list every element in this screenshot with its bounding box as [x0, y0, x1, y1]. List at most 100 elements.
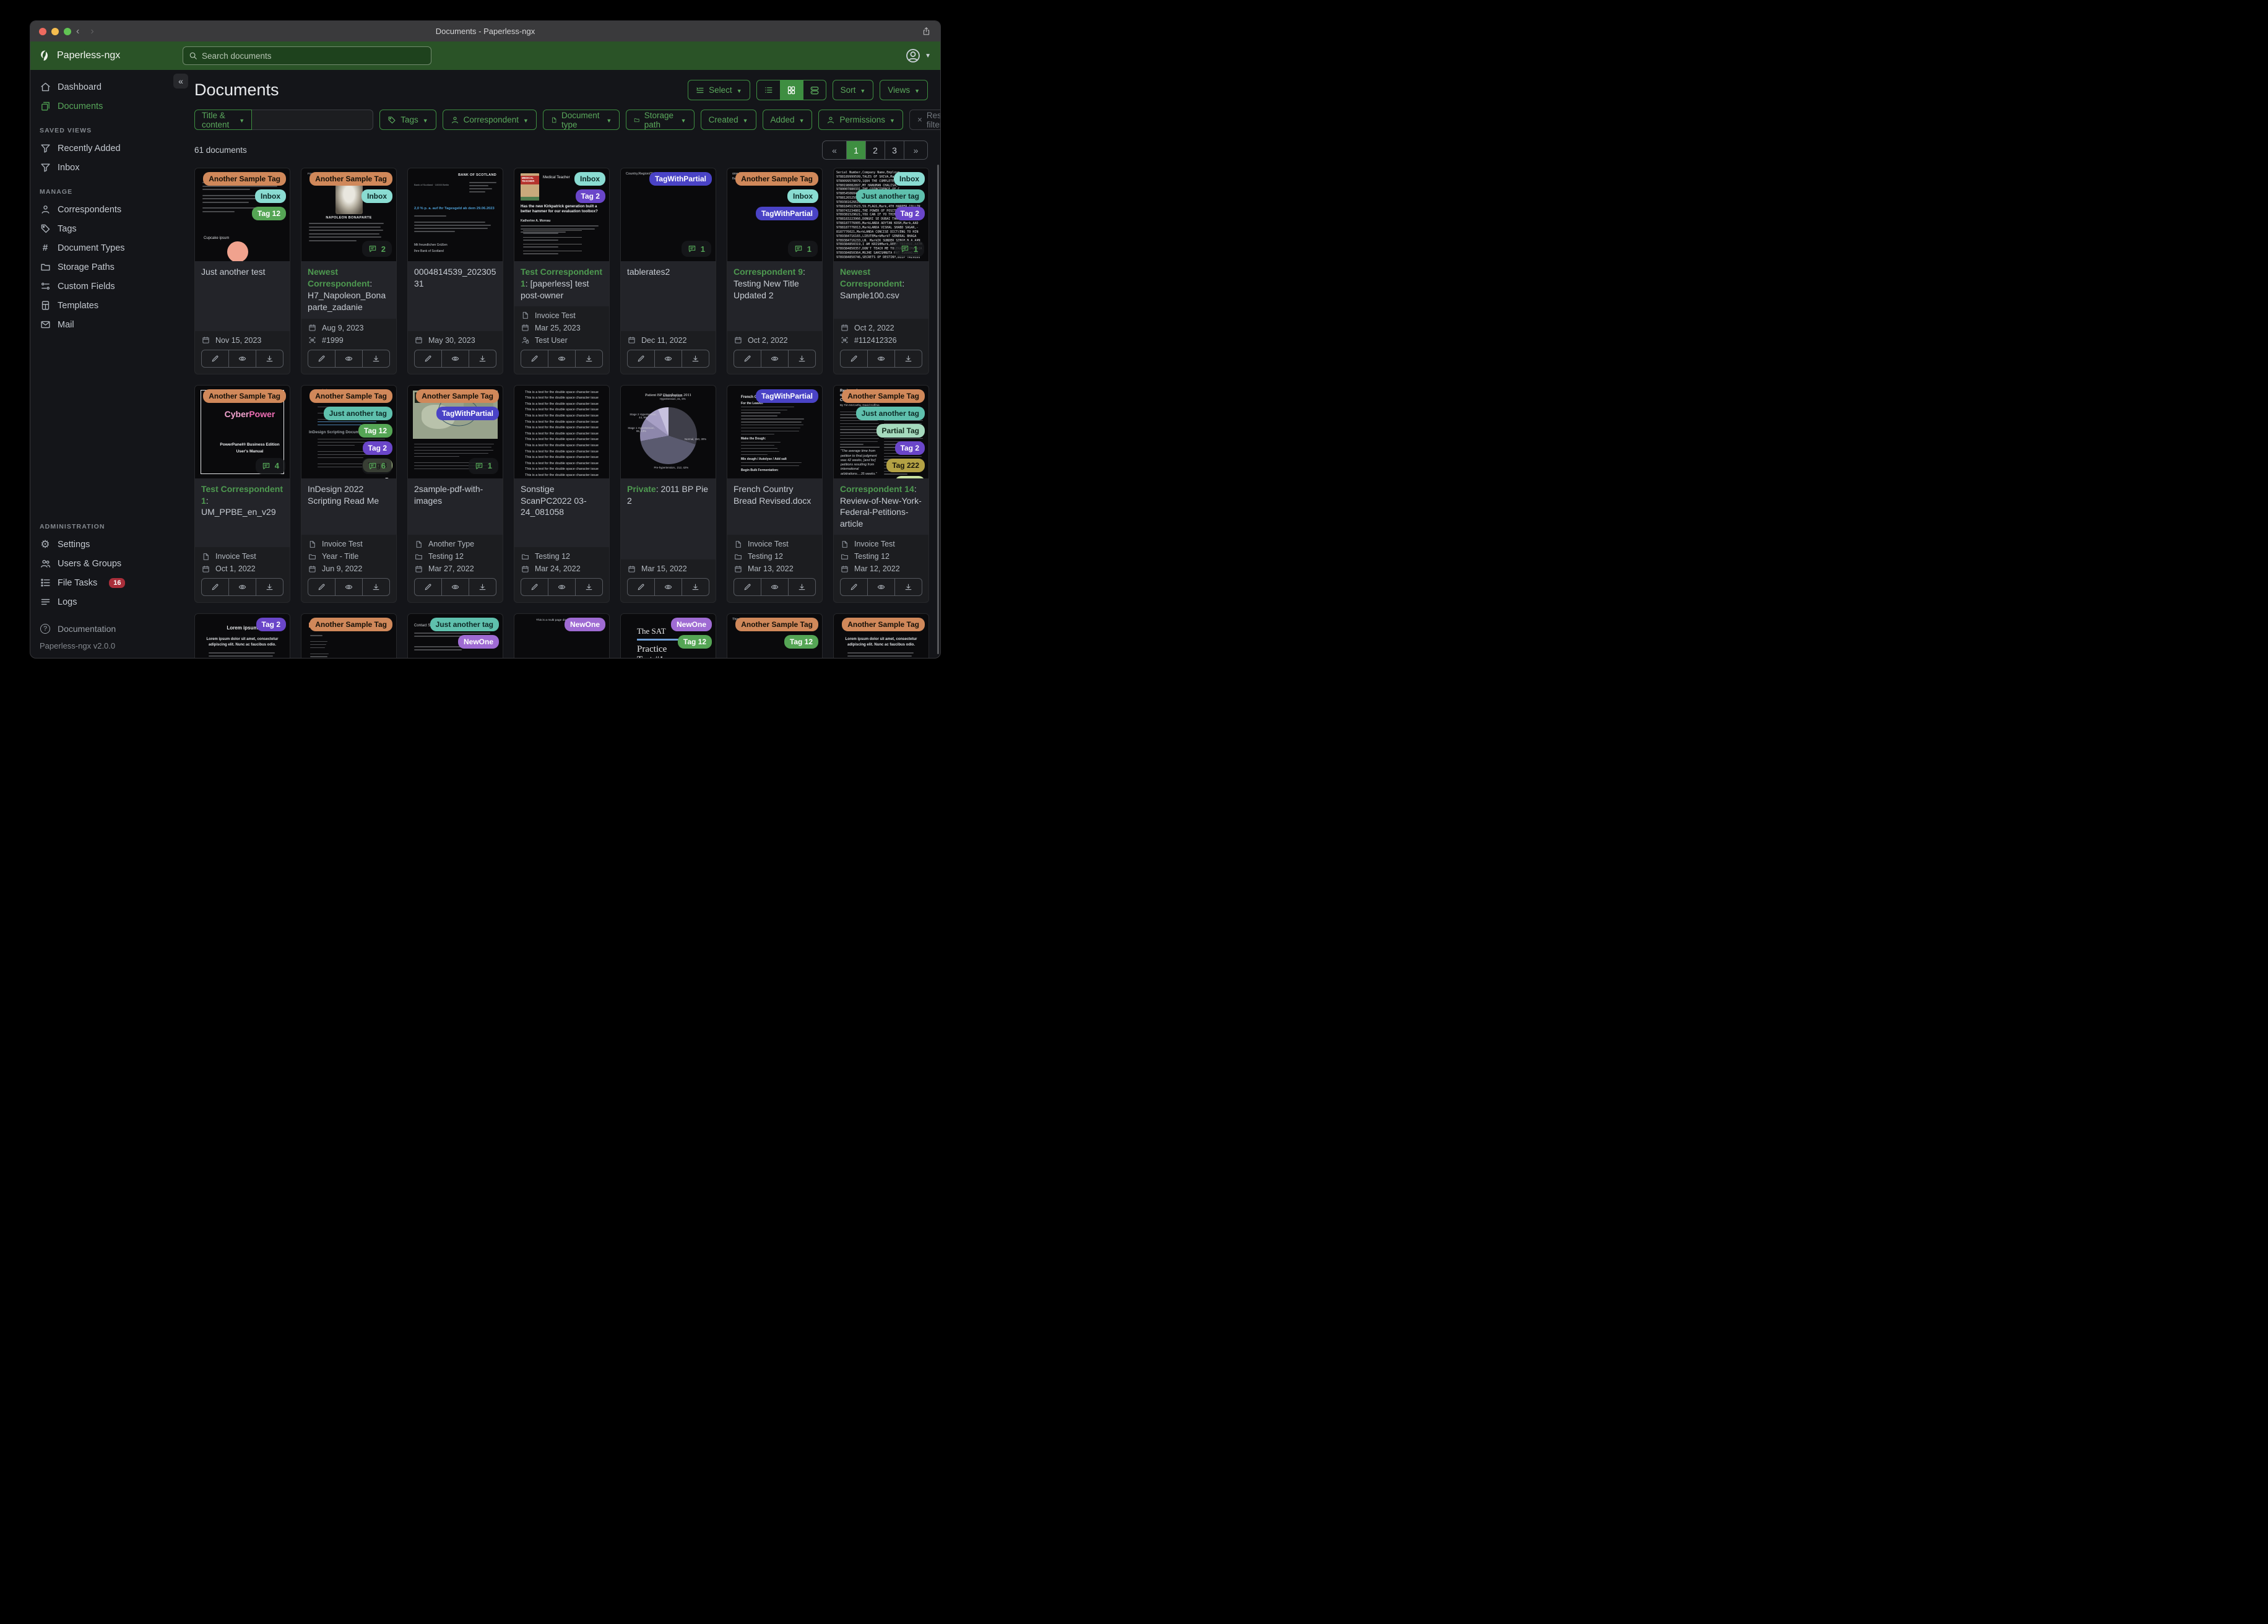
- preview-document-button[interactable]: [229, 578, 256, 597]
- page-button-3[interactable]: 3: [885, 141, 904, 159]
- tag-pill[interactable]: Another Sample Tag: [416, 389, 499, 403]
- document-thumbnail[interactable]: This is a multi page document. Page 1. Ne…: [514, 614, 609, 658]
- tag-pill[interactable]: NewOne: [670, 618, 712, 632]
- document-thumbnail[interactable]: This is a test for the double space char…: [514, 385, 609, 478]
- sidebar-item-templates[interactable]: Templates: [30, 296, 182, 315]
- select-button[interactable]: Select ▼: [688, 80, 750, 100]
- tag-pill[interactable]: Tag 2: [256, 618, 286, 632]
- sidebar-item-dashboard[interactable]: Dashboard: [30, 77, 182, 97]
- document-title[interactable]: Test Correspondent 1: UM_PPBE_en_v29: [195, 478, 290, 548]
- tag-pill[interactable]: TagWithPartial: [755, 207, 818, 220]
- tag-pill[interactable]: Tag 3: [894, 475, 925, 478]
- preview-document-button[interactable]: [655, 578, 682, 597]
- document-thumbnail[interactable]: CyberPower PowerPanel® Business Edition Us…: [195, 385, 290, 478]
- title-content-dropdown[interactable]: Title & content ▼: [194, 110, 253, 130]
- document-correspondent[interactable]: Test Correspondent 1: [521, 267, 602, 288]
- views-button[interactable]: Views ▼: [880, 80, 928, 100]
- tag-pill[interactable]: Inbox: [574, 172, 605, 186]
- document-title[interactable]: Just another test: [195, 261, 290, 331]
- tag-pill[interactable]: Tag 2: [894, 441, 925, 455]
- preview-document-button[interactable]: [868, 349, 895, 368]
- sidebar-item-documents[interactable]: Documents: [30, 97, 182, 116]
- preview-document-button[interactable]: [655, 349, 682, 368]
- document-thumbnail[interactable]: This is a testAnother Sample TagTag 12: [727, 614, 822, 658]
- download-document-button[interactable]: [576, 349, 603, 368]
- document-thumbnail[interactable]: Francja pod rNAPOLEON BONAPARTEAnother S…: [301, 168, 396, 261]
- tag-pill[interactable]: Just another tag: [855, 189, 925, 203]
- tag-pill[interactable]: Tag 222: [886, 458, 925, 472]
- sidebar-collapse-button[interactable]: «: [173, 74, 188, 89]
- sidebar-item-tags[interactable]: Tags: [30, 219, 182, 238]
- sidebar-item-settings[interactable]: ⚙ Settings: [30, 535, 182, 554]
- download-document-button[interactable]: [576, 578, 603, 597]
- tag-pill[interactable]: NewOne: [457, 635, 499, 649]
- document-thumbnail[interactable]: Lorem ipsumLorem ipsum dolor sit amet, c…: [834, 614, 928, 658]
- edit-document-button[interactable]: [414, 578, 442, 597]
- tag-pill[interactable]: Another Sample Tag: [735, 172, 818, 186]
- app-brand[interactable]: Paperless-ngx: [39, 50, 120, 62]
- document-thumbnail[interactable]: Review ofof Arbitral AwardsCertainty of …: [834, 385, 928, 478]
- preview-document-button[interactable]: [761, 578, 789, 597]
- page-button-nav[interactable]: «: [823, 141, 846, 159]
- edit-document-button[interactable]: [521, 578, 548, 597]
- page-button-2[interactable]: 2: [865, 141, 885, 159]
- document-title[interactable]: French Country Bread Revised.docx: [727, 478, 822, 535]
- document-thumbnail[interactable]: Adobe Acrobat PDF FilesCupcake ipsumAnot…: [195, 168, 290, 261]
- zoom-window-button[interactable]: [64, 27, 71, 35]
- document-thumbnail[interactable]: Another Sample Tag TagWithPartial 1: [408, 385, 503, 478]
- document-title[interactable]: Sonstige ScanPC2022 03-24_081058: [514, 478, 609, 548]
- sidebar-item-correspondents[interactable]: Correspondents: [30, 200, 182, 219]
- download-document-button[interactable]: [789, 578, 816, 597]
- reset-filters-button[interactable]: × Reset filters: [909, 110, 940, 130]
- tag-pill[interactable]: Just another tag: [855, 406, 925, 420]
- document-correspondent[interactable]: Newest Correspondent: [308, 267, 370, 288]
- browser-forward-button[interactable]: ›: [90, 26, 93, 37]
- tag-pill[interactable]: Tag 2: [362, 441, 392, 455]
- download-document-button[interactable]: [895, 578, 922, 597]
- tag-pill[interactable]: Just another tag: [430, 618, 499, 632]
- search-input[interactable]: [202, 51, 425, 61]
- sidebar-item-documentation[interactable]: ? Documentation: [40, 620, 182, 637]
- document-thumbnail[interactable]: Contact Sheet DemoJust another tagNewOne: [408, 614, 503, 658]
- tag-pill[interactable]: Inbox: [361, 189, 392, 203]
- tag-pill[interactable]: Tag 2: [894, 207, 925, 220]
- share-icon[interactable]: [922, 27, 931, 36]
- preview-document-button[interactable]: [442, 349, 469, 368]
- tag-pill[interactable]: TagWithPartial: [649, 172, 712, 186]
- tag-pill[interactable]: Tag 12: [358, 423, 392, 438]
- document-title[interactable]: InDesign 2022 Scripting Read Me: [301, 478, 396, 535]
- edit-document-button[interactable]: [414, 349, 442, 368]
- document-thumbnail[interactable]: MEDICAL TEACHER Medical Teacher Has the ne…: [514, 168, 609, 261]
- tag-pill[interactable]: Tag 12: [784, 635, 818, 649]
- document-title[interactable]: Newest Correspondent: Sample100.csv: [834, 261, 928, 319]
- document-correspondent[interactable]: Correspondent 9: [734, 267, 803, 277]
- page-button-1[interactable]: 1: [846, 141, 865, 159]
- tag-pill[interactable]: Tag 2: [575, 189, 605, 203]
- tag-pill[interactable]: Another Sample Tag: [309, 389, 392, 403]
- tag-pill[interactable]: Inbox: [894, 172, 925, 186]
- document-thumbnail[interactable]: BANK OF SCOTLAND Bank of Scotland · 10000…: [408, 168, 503, 261]
- preview-document-button[interactable]: [229, 349, 256, 368]
- user-menu[interactable]: ▼: [905, 48, 931, 64]
- tag-pill[interactable]: Tag 12: [251, 207, 286, 220]
- preview-document-button[interactable]: [761, 349, 789, 368]
- document-thumbnail[interactable]: Lorem ipsumLorem ipsum dolor sit amet, c…: [195, 614, 290, 658]
- grid-view-button[interactable]: [779, 80, 803, 100]
- document-thumbnail[interactable]: French Country BreadFor the LeavenMake t…: [727, 385, 822, 478]
- list-view-button[interactable]: [757, 80, 780, 100]
- document-title[interactable]: tablerates2: [621, 261, 716, 331]
- tag-pill[interactable]: Another Sample Tag: [203, 172, 286, 186]
- preview-document-button[interactable]: [442, 578, 469, 597]
- edit-document-button[interactable]: [734, 349, 761, 368]
- document-correspondent[interactable]: Correspondent 14: [840, 484, 914, 494]
- download-document-button[interactable]: [682, 578, 709, 597]
- title-content-input[interactable]: [252, 110, 374, 130]
- filter-button-document-type[interactable]: Document type ▼: [542, 110, 620, 130]
- browser-back-button[interactable]: ‹: [76, 26, 79, 37]
- download-document-button[interactable]: [256, 578, 284, 597]
- document-title[interactable]: Correspondent 9: Testing New Title Updat…: [727, 261, 822, 331]
- sidebar-item-logs[interactable]: Logs: [30, 592, 182, 611]
- filter-button-added[interactable]: Added ▼: [762, 110, 813, 130]
- tag-pill[interactable]: Just another tag: [323, 406, 392, 420]
- sidebar-item-custom-fields[interactable]: Custom Fields: [30, 277, 182, 296]
